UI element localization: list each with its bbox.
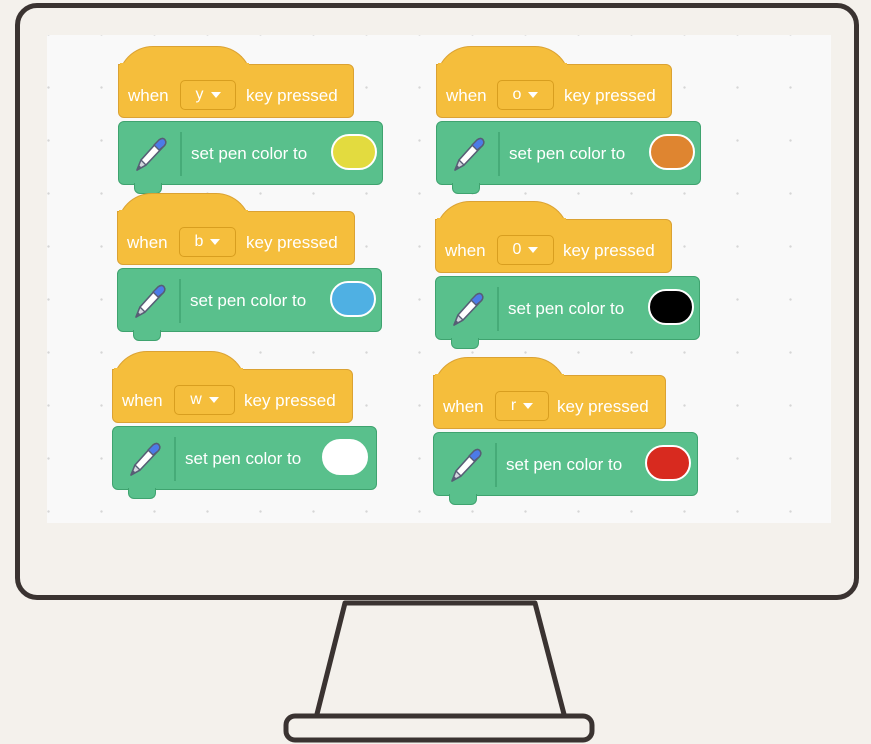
set-pen-color-block[interactable]: set pen color to [112, 426, 377, 490]
key-value: r [510, 397, 517, 414]
script-y[interactable]: when y key pressed set pen color to [118, 46, 388, 194]
pen-color-swatch[interactable] [322, 439, 368, 475]
key-pressed-label: key pressed [246, 233, 338, 252]
set-pen-color-block[interactable]: set pen color to [118, 121, 383, 185]
key-dropdown[interactable]: w [174, 385, 235, 415]
pen-icon [123, 439, 163, 479]
pen-color-swatch[interactable] [645, 445, 691, 481]
when-label: when [445, 241, 486, 260]
key-dropdown[interactable]: b [179, 227, 236, 257]
pen-icon [129, 134, 169, 174]
pen-color-swatch[interactable] [649, 134, 695, 170]
pen-color-swatch[interactable] [648, 289, 694, 325]
key-value: o [512, 86, 522, 103]
script-o[interactable]: when o key pressed set pen color to [436, 46, 706, 194]
set-pen-color-label: set pen color to [509, 144, 626, 163]
key-dropdown[interactable]: 0 [497, 235, 554, 265]
when-label: when [128, 86, 169, 105]
block-divider [179, 279, 181, 323]
caret-down-icon [208, 397, 219, 403]
set-pen-color-block[interactable]: set pen color to [433, 432, 698, 496]
block-divider [495, 443, 497, 487]
block-notch [133, 330, 161, 341]
key-value: b [194, 233, 204, 250]
key-value: w [190, 391, 202, 408]
pen-icon [128, 281, 168, 321]
pen-icon [446, 289, 486, 329]
pen-color-swatch[interactable] [330, 281, 376, 317]
pen-color-swatch[interactable] [331, 134, 377, 170]
caret-down-icon [528, 92, 539, 98]
caret-down-icon [523, 403, 534, 409]
set-pen-color-label: set pen color to [508, 299, 625, 318]
key-dropdown[interactable]: r [495, 391, 549, 421]
key-dropdown[interactable]: y [180, 80, 236, 110]
when-label: when [443, 397, 484, 416]
caret-down-icon [210, 239, 221, 245]
caret-down-icon [210, 92, 221, 98]
set-pen-color-block[interactable]: set pen color to [117, 268, 382, 332]
block-notch [128, 488, 156, 499]
set-pen-color-label: set pen color to [506, 455, 623, 474]
key-pressed-label: key pressed [244, 391, 336, 410]
set-pen-color-label: set pen color to [191, 144, 308, 163]
script-w[interactable]: when w key pressed set pen color to [112, 351, 382, 499]
key-pressed-label: key pressed [563, 241, 655, 260]
block-notch [451, 338, 479, 349]
block-divider [498, 132, 500, 176]
key-value: y [195, 86, 204, 103]
key-pressed-label: key pressed [246, 86, 338, 105]
block-divider [174, 437, 176, 481]
key-dropdown[interactable]: o [497, 80, 554, 110]
block-divider [180, 132, 182, 176]
key-value: 0 [512, 241, 522, 258]
block-notch [452, 183, 480, 194]
script-r[interactable]: when r key pressed set pen color to [433, 357, 703, 505]
when-label: when [122, 391, 163, 410]
when-label: when [446, 86, 487, 105]
set-pen-color-label: set pen color to [185, 449, 302, 468]
set-pen-color-block[interactable]: set pen color to [435, 276, 700, 340]
script-0[interactable]: when 0 key pressed set pen color to [435, 201, 705, 349]
block-divider [497, 287, 499, 331]
key-pressed-label: key pressed [564, 86, 656, 105]
pen-icon [444, 445, 484, 485]
when-label: when [127, 233, 168, 252]
set-pen-color-label: set pen color to [190, 291, 307, 310]
script-b[interactable]: when b key pressed set pen color to [117, 193, 387, 341]
key-pressed-label: key pressed [557, 397, 649, 416]
caret-down-icon [528, 247, 539, 253]
pen-icon [447, 134, 487, 174]
block-notch [449, 494, 477, 505]
set-pen-color-block[interactable]: set pen color to [436, 121, 701, 185]
